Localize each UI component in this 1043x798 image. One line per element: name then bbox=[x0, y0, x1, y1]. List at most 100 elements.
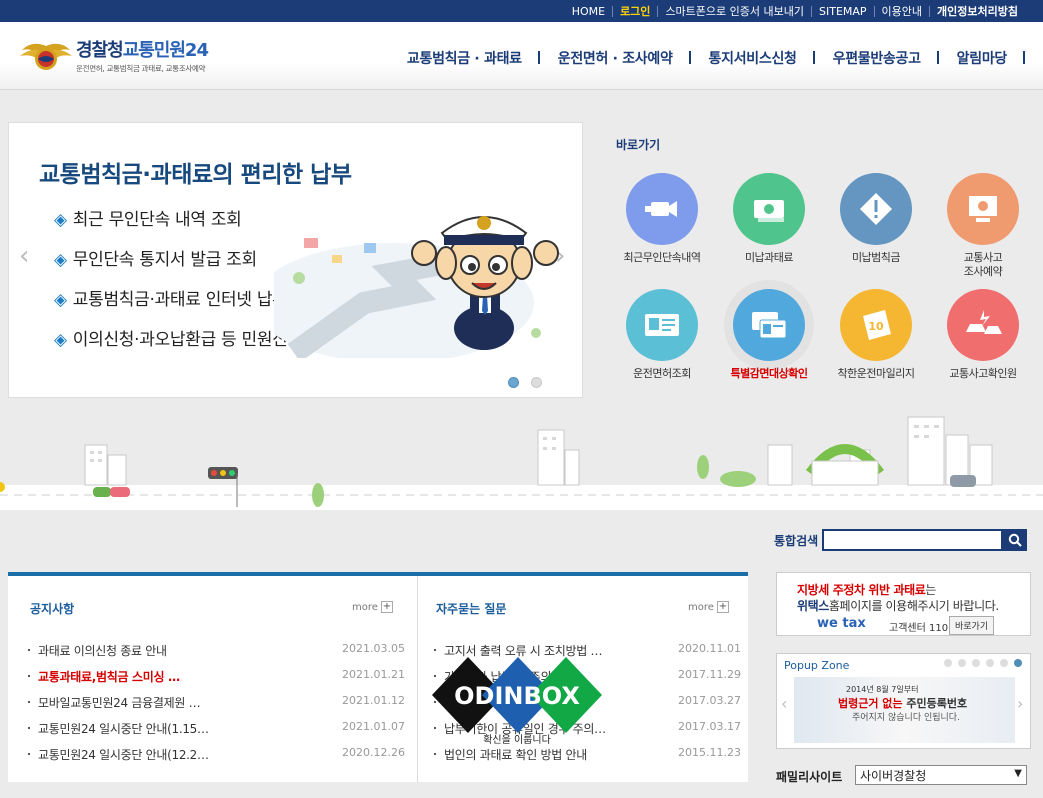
top-link-2[interactable]: 스마트폰으로 인증서 내보내기 bbox=[657, 5, 811, 17]
quick-link-1[interactable]: 미납과태료 bbox=[714, 173, 824, 265]
diamond-bullet-icon: ◈ bbox=[54, 330, 67, 350]
search-input[interactable] bbox=[822, 529, 1003, 551]
top-link-4[interactable]: 이용안내 bbox=[873, 5, 929, 17]
watermark-subtext: 확신을 이룹니다 bbox=[483, 734, 551, 746]
camera-icon bbox=[645, 201, 677, 217]
car-crash-icon bbox=[966, 310, 1002, 334]
popup-line-2: 법령근거 없는 주민등록번호 bbox=[838, 697, 968, 710]
top-link-0[interactable]: HOME bbox=[565, 6, 612, 17]
warning-icon bbox=[860, 193, 892, 225]
license-icon bbox=[645, 314, 679, 336]
popup-dot-5[interactable] bbox=[1000, 659, 1008, 667]
quick-link-circle bbox=[733, 289, 805, 361]
list-item-title[interactable]: 과태료 이의신청 종료 안내 bbox=[38, 642, 167, 659]
notice-more-link[interactable]: more + bbox=[352, 601, 393, 613]
list-item-title[interactable]: 교통민원24 일시중단 안내(12.2… bbox=[38, 746, 209, 763]
quick-link-5[interactable]: 특별감면대상확인 bbox=[714, 289, 824, 381]
bullet-dot-icon bbox=[28, 727, 30, 729]
gnb-menu-0[interactable]: 교통범칙금 · 과태료 bbox=[389, 48, 540, 68]
popup-dot-2[interactable] bbox=[958, 659, 966, 667]
computer-icon bbox=[969, 196, 997, 222]
quick-link-2[interactable]: 미납범칙금 bbox=[821, 173, 931, 265]
ad-line-2: 위택스홈페이지를 이용해주시기 바랍니다. bbox=[797, 599, 999, 613]
bullet-dot-icon bbox=[434, 649, 436, 651]
list-item-date: 2021.01.21 bbox=[342, 668, 405, 681]
svg-text:10: 10 bbox=[868, 320, 884, 333]
list-item-date: 2020.12.26 bbox=[342, 746, 405, 759]
popup-dot-4[interactable] bbox=[986, 659, 994, 667]
list-item-title[interactable]: 모바일교통민원24 금융결제원 … bbox=[38, 694, 201, 711]
gnb-menu-4[interactable]: 알림마당 bbox=[939, 48, 1026, 68]
popup-prev-arrow[interactable]: ‹ bbox=[781, 694, 787, 713]
quick-link-7[interactable]: 교통사고확인원 bbox=[928, 289, 1038, 381]
money-icon bbox=[754, 200, 784, 222]
quick-link-circle bbox=[947, 173, 1019, 245]
banner-dot-1[interactable] bbox=[508, 377, 519, 388]
bullet-dot-icon bbox=[28, 675, 30, 677]
quick-link-4[interactable]: 운전면허조회 bbox=[607, 289, 717, 381]
popup-zone-title: Popup Zone bbox=[784, 659, 850, 672]
quick-link-label: 교통사고 조사예약 bbox=[963, 251, 1003, 278]
popup-image[interactable]: 2014년 8월 7일부터 법령근거 없는 주민등록번호 주어지지 않습니다 인… bbox=[794, 677, 1015, 743]
popup-pagination bbox=[944, 659, 1022, 667]
logo-title: 경찰청교통민원24 bbox=[76, 40, 209, 61]
banner-pagination bbox=[508, 377, 542, 388]
popup-zone: Popup Zone 2014년 8월 7일부터 법령근거 없는 주민등록번호 … bbox=[776, 653, 1031, 749]
quick-link-circle: 10 bbox=[840, 289, 912, 361]
list-item-date: 2021.01.07 bbox=[342, 720, 405, 733]
quick-link-label: 최근무인단속내역 bbox=[623, 251, 701, 264]
notice-title[interactable]: 공지사항 bbox=[30, 600, 74, 617]
list-item-title[interactable]: 교통과태료,범칙금 스미싱 … bbox=[38, 668, 180, 685]
quick-links-title: 바로가기 bbox=[616, 138, 661, 152]
family-site-label: 패밀리사이트 bbox=[776, 770, 843, 784]
banner-item-1: ◈ 무인단속 통지서 발급 조회 bbox=[54, 245, 257, 270]
city-illustration bbox=[0, 416, 1043, 510]
quick-link-label: 미납과태료 bbox=[744, 251, 794, 264]
list-item-title[interactable]: 교통민원24 일시중단 안내(1.15… bbox=[38, 720, 209, 737]
bullet-dot-icon bbox=[28, 753, 30, 755]
bullet-dot-icon bbox=[28, 701, 30, 703]
gnb-menu-3[interactable]: 우편물반송공고 bbox=[815, 48, 939, 68]
chevron-down-icon: ▼ bbox=[1014, 768, 1022, 779]
bullet-dot-icon bbox=[28, 649, 30, 651]
popup-next-arrow[interactable]: › bbox=[1017, 694, 1023, 713]
quick-link-label: 미납범칙금 bbox=[851, 251, 901, 264]
quick-link-label: 특별감면대상확인 bbox=[730, 367, 808, 380]
quick-link-circle bbox=[626, 289, 698, 361]
top-links: HOME 로그인 스마트폰으로 인증서 내보내기 SITEMAP 이용안내 개인정보처리방… bbox=[565, 0, 1025, 22]
banner-item-text: 이의신청·과오납환급 등 민원신청 bbox=[72, 330, 303, 350]
ad-line-1: 지방세 주정차 위반 과태료는 bbox=[797, 583, 937, 597]
gnb-menu-2[interactable]: 통지서비스신청 bbox=[691, 48, 815, 68]
boards-panel: 공지사항 more + 과태료 이의신청 종료 안내 2021.03.05 교통과태료… bbox=[8, 572, 748, 782]
search-button[interactable] bbox=[1003, 529, 1027, 551]
top-link-5[interactable]: 개인정보처리방침 bbox=[929, 5, 1025, 17]
popup-dot-6[interactable] bbox=[1014, 659, 1022, 667]
popup-line-1: 2014년 8월 7일부터 bbox=[846, 685, 919, 694]
top-link-3[interactable]: SITEMAP bbox=[811, 5, 874, 17]
notice-board: 공지사항 more + 과태료 이의신청 종료 안내 2021.03.05 교통과태료… bbox=[8, 576, 417, 782]
quick-link-0[interactable]: 최근무인단속내역 bbox=[607, 173, 717, 265]
top-utility-bar: HOME 로그인 스마트폰으로 인증서 내보내기 SITEMAP 이용안내 개인정보처리방… bbox=[0, 0, 1043, 22]
faq-more-link[interactable]: more + bbox=[688, 601, 729, 613]
banner-dot-2[interactable] bbox=[531, 377, 542, 388]
quick-link-label: 운전면허조회 bbox=[633, 367, 691, 380]
quick-link-circle bbox=[626, 173, 698, 245]
popup-dot-3[interactable] bbox=[972, 659, 980, 667]
wetax-ad-banner[interactable]: 지방세 주정차 위반 과태료는 위택스홈페이지를 이용해주시기 바랍니다. we… bbox=[776, 572, 1031, 636]
list-item-title[interactable]: 법인의 과태료 확인 방법 안내 bbox=[444, 746, 587, 763]
popup-dot-1[interactable] bbox=[944, 659, 952, 667]
quick-link-3[interactable]: 교통사고 조사예약 bbox=[928, 173, 1038, 279]
popup-line-3: 주어지지 않습니다 인됩니다. bbox=[852, 713, 960, 723]
bullet-dot-icon bbox=[434, 753, 436, 755]
site-logo[interactable]: 경찰청교통민원24 운전면허, 교통범칙금 과태료, 교통조사예약 bbox=[18, 36, 209, 74]
family-site-select[interactable]: 사이버경찰청 ▼ bbox=[855, 765, 1027, 785]
mileage-icon: 10 bbox=[863, 310, 891, 340]
banner-prev-arrow[interactable]: ‹ bbox=[19, 241, 29, 271]
plus-icon: + bbox=[380, 601, 393, 613]
gnb-menu-1[interactable]: 운전면허 · 조사예약 bbox=[540, 48, 691, 68]
ad-go-button[interactable]: 바로가기 bbox=[949, 616, 995, 635]
quick-link-6[interactable]: 10 착한운전마일리지 bbox=[821, 289, 931, 381]
top-link-1[interactable]: 로그인 bbox=[612, 5, 657, 17]
banner-mascot-illustration bbox=[274, 216, 559, 358]
faq-title[interactable]: 자주묻는 질문 bbox=[436, 600, 506, 617]
